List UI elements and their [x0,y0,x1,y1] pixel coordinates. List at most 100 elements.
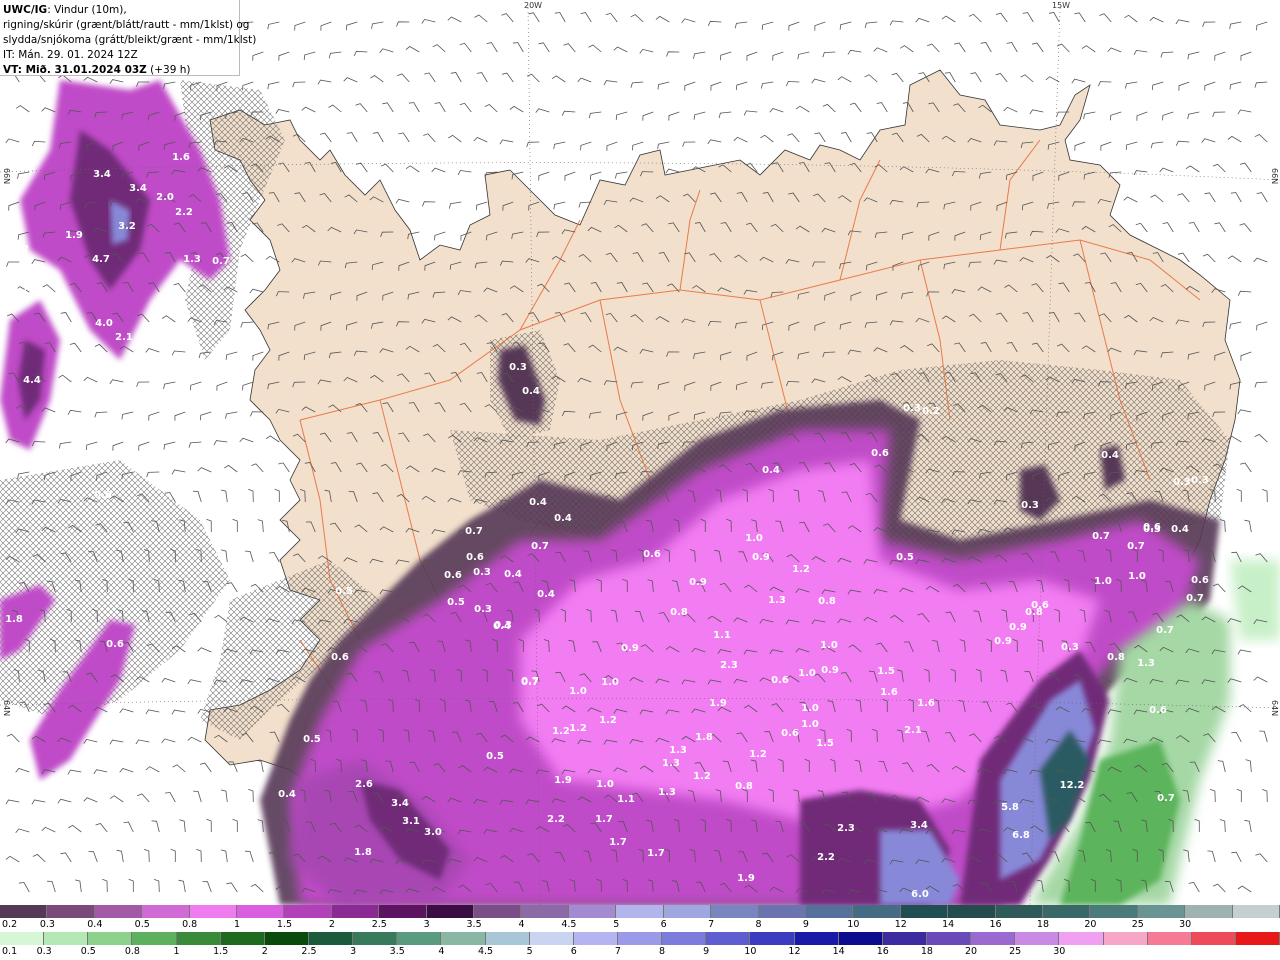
precip-value-label: 0.4 [554,513,572,524]
precip-value-label: 0.6 [444,570,462,581]
legend-swatch [900,905,949,918]
legend-tick-label: 4 [518,919,525,930]
precip-value-label: 1.2 [569,723,587,734]
legend-tick-label: 4.5 [477,946,494,957]
precip-value-label: 1.2 [693,771,711,782]
precip-value-label: 0.7 [212,256,230,267]
legend-swatch [474,905,522,918]
legend-swatch [189,905,238,918]
legend-tick-label: 0.3 [39,919,55,930]
precip-value-label: 0.7 [531,541,549,552]
precip-value-label: 1.2 [552,726,570,737]
legend-tick-label: 6 [660,919,667,930]
legend-swatch [853,905,901,918]
legend-tick-label: 2 [261,946,268,957]
precip-value-label: 2.3 [837,823,855,834]
legend-swatch [220,932,265,945]
legend-swatch [805,905,854,918]
header-line-1-rest: : Vindur (10m), [47,4,127,16]
precip-value-label: 0.5 [303,734,321,745]
precip-value-label: 1.3 [658,787,676,798]
legend-swatch [521,905,569,918]
legend-swatch [426,905,475,918]
precip-value-label: 2.3 [720,660,738,671]
legend-swatch [617,932,663,945]
precip-value-label: 1.7 [609,837,627,848]
legend-swatch [838,932,883,945]
precip-value-label: 0.2 [922,406,940,417]
legend-swatch [1042,905,1091,918]
precip-value-label: 3.4 [910,820,928,831]
precip-value-label: 1.3 [183,254,201,265]
precip-value-label: 0.7 [1157,793,1175,804]
valid-time: Mið. 31.01.2024 03Z [21,64,147,76]
header-line-2: rigning/skúrir (grænt/blátt/rautt - mm/1… [3,19,250,31]
legend-swatch [1015,932,1060,945]
precip-value-label: 0.5 [486,751,504,762]
precip-value-label: 0.9 [752,552,770,563]
precip-value-label: 0.3 [1061,642,1079,653]
rain-color-bar [0,932,1280,945]
legend-tick-label: 20 [964,946,978,957]
precip-value-label: 1.7 [595,814,613,825]
legend-tick-label: 0.5 [80,946,96,957]
precip-value-label: 0.6 [1149,705,1167,716]
legend-swatch [94,905,143,918]
lon-label-20w: 20W [524,1,542,10]
legend-swatch [1137,905,1186,918]
precip-value-label: 4.4 [23,375,41,386]
precip-value-label: 1.8 [695,732,713,743]
precip-value-label: 2.0 [156,192,174,203]
precip-value-label: 2.6 [355,779,373,790]
lat-label-64n-left: 64N [2,700,11,716]
legend-tick-label: 18 [1036,919,1049,930]
precip-value-label: 0.7 [521,676,539,687]
precip-value-label: 5.8 [1001,802,1019,813]
precip-value-label: 0.6 [106,639,124,650]
legend-tick-label: 16 [876,946,889,957]
legend-tick-label: 18 [920,946,933,957]
precip-value-label: 1.0 [820,640,838,651]
precip-value-label: 0.6 [871,448,889,459]
precip-value-label: 1.0 [745,533,763,544]
precip-value-label: 0.5 [896,552,914,563]
precip-value-label: 2.2 [175,207,193,218]
legend-tick-label: 20 [1084,919,1097,930]
legend-tick-label: 25 [1131,919,1144,930]
precipitation-map[interactable]: 20W 15W 66N 66N 64N 64N 3.43.41.62.02.23… [0,0,1280,905]
precip-value-label: 1.6 [172,152,190,163]
precip-value-label: 1.7 [647,848,665,859]
precip-value-label: 0.9 [1009,622,1027,633]
precip-value-label: 4.7 [92,254,110,265]
legend-tick-label: 7 [614,946,621,957]
legend-swatch [1185,905,1233,918]
legend-tick-label: 3 [423,919,430,930]
precip-value-label: 3.4 [391,798,409,809]
legend-swatch [132,932,177,945]
rain-scale-ticks: 0.1 0.3 0.5 0.8 1 1.5 2 2.5 3 3.5 4 4.5 5 6 7 8 9 10 12 14 1… [0,946,1280,958]
legend-swatch [142,905,190,918]
legend-tick-label: 9 [802,919,809,930]
precip-value-label: 0.9 [821,665,839,676]
precip-value-label: 0.4 [278,789,296,800]
precip-value-label: 1.1 [713,630,731,641]
precip-value-label: 1.6 [880,687,898,698]
precip-value-label: 1.3 [768,595,786,606]
legend-tick-label: 25 [1009,946,1022,957]
precip-value-label: 0.7 [1186,593,1204,604]
precip-value-label: 1.0 [801,719,819,730]
legend-swatch [706,932,751,945]
legend-swatch [1147,932,1192,945]
precip-value-label: 4.0 [95,318,113,329]
precip-value-label: 0.6 [1191,575,1209,586]
legend-tick-label: 2.5 [371,919,387,930]
legend-swatch [0,932,45,945]
legend-tick-label: 10 [847,919,860,930]
legend-tick-label: 8 [755,919,762,930]
precip-value-label: 0.9 [994,636,1012,647]
precip-value-label: 1.6 [917,698,935,709]
legend-tick-label: 9 [703,946,710,957]
valid-time-row: VT: Mið. 31.01.2024 03Z (+39 h) [3,63,236,78]
precip-value-label: 1.1 [617,794,635,805]
legend-swatch [616,905,664,918]
